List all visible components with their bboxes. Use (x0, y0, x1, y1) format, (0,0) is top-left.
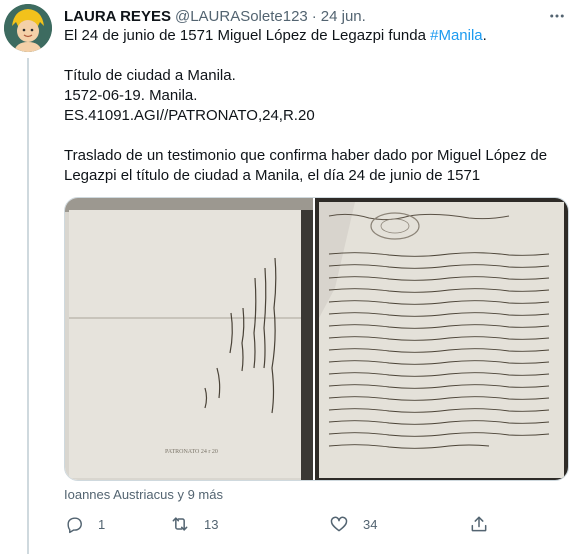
tagged-users[interactable]: Ioannes Austriacus y 9 más (64, 487, 223, 502)
separator: · (311, 7, 317, 25)
display-name[interactable]: LAURA REYES (64, 8, 171, 25)
tweet-line-1-text: El 24 de junio de 1571 Miguel López de L… (64, 27, 431, 44)
share-button[interactable] (469, 512, 489, 536)
avatar-column (4, 4, 52, 52)
document-photo-left[interactable]: PATRONATO 24 r 20 (65, 198, 313, 480)
tweet-description-line-2: Legazpi el título de ciudad a Manila, el… (64, 167, 481, 184)
tweet-line-1: El 24 de junio de 1571 Miguel López de L… (64, 26, 569, 46)
retweet-button[interactable]: 13 (170, 512, 218, 536)
avatar[interactable] (4, 4, 52, 52)
like-button[interactable]: 34 (329, 512, 377, 536)
retweet-count: 13 (204, 516, 219, 532)
retweet-icon (170, 514, 190, 534)
tweet-header: LAURA REYES @LAURASolete123 · 24 jun. (64, 6, 569, 26)
tweet-actions: 1 13 34 (64, 512, 524, 536)
tweet-date[interactable]: 24 jun. (321, 8, 366, 25)
tweet-title-line: Título de ciudad a Manila. (64, 67, 236, 84)
reply-icon (64, 514, 84, 534)
like-count: 34 (363, 516, 378, 532)
tweet-media: PATRONATO 24 r 20 (64, 197, 569, 481)
tweet-description-line-1: Traslado de un testimonio que confirma h… (64, 147, 548, 164)
tweet[interactable]: LAURA REYES @LAURASolete123 · 24 jun. El… (0, 0, 577, 554)
tweet-date-place-line: 1572-06-19. Manila. (64, 87, 198, 104)
hashtag-manila[interactable]: #Manila (430, 27, 483, 44)
user-handle[interactable]: @LAURASolete123 (175, 8, 308, 25)
share-icon (469, 514, 489, 534)
svg-text:PATRONATO 24 r 20: PATRONATO 24 r 20 (165, 449, 218, 455)
document-photo-right[interactable] (315, 198, 568, 480)
reply-button[interactable]: 1 (64, 512, 105, 536)
more-icon[interactable] (545, 6, 569, 26)
tweet-line-1-end: . (482, 27, 487, 44)
like-icon (329, 514, 349, 534)
thread-line (27, 58, 29, 554)
tweet-reference-line: ES.41091.AGI//PATRONATO,24,R.20 (64, 107, 315, 124)
reply-count: 1 (98, 516, 106, 532)
tweet-text: El 24 de junio de 1571 Miguel López de L… (64, 26, 569, 186)
